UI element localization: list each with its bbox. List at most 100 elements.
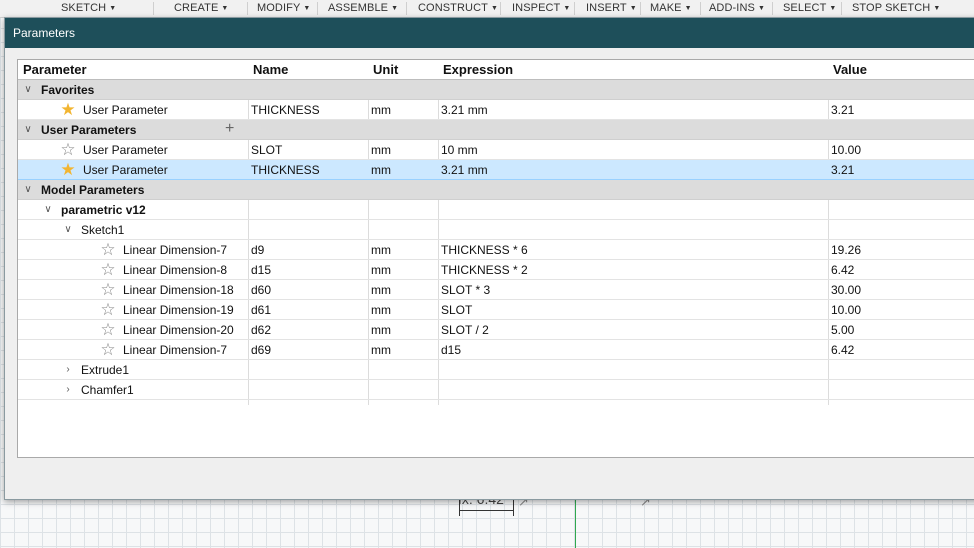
toolbar-inspect-menu[interactable]: INSPECT ▼	[512, 0, 570, 17]
name-cell: d60	[251, 283, 272, 297]
parameter-cell: Linear Dimension-19	[123, 303, 234, 317]
toolbar-create-menu[interactable]: CREATE ▼	[174, 0, 228, 17]
toolbar-sketch-menu[interactable]: SKETCH ▼	[61, 0, 116, 17]
star-outline-icon[interactable]: ☆	[59, 141, 77, 159]
toolbar-divider	[574, 2, 575, 15]
value-cell: 6.42	[831, 343, 855, 357]
star-outline-icon[interactable]: ☆	[99, 261, 117, 279]
table-row[interactable]: ☆ Linear Dimension-19 d61 mm SLOT 10.00	[18, 300, 974, 320]
expression-cell[interactable]: THICKNESS * 6	[438, 240, 828, 260]
unit-cell: mm	[371, 323, 391, 337]
unit-cell: mm	[371, 103, 391, 117]
chevron-right-icon[interactable]: ›	[62, 360, 74, 380]
header-name[interactable]: Name	[250, 60, 368, 80]
header-unit[interactable]: Unit	[370, 60, 438, 80]
tree-node-sketch[interactable]: ∨ Sketch1	[18, 220, 974, 240]
dialog-title[interactable]: Parameters	[5, 18, 974, 48]
group-user-parameters[interactable]: ∨ User Parameters +	[18, 120, 974, 140]
header-parameter[interactable]: Parameter	[20, 60, 248, 80]
add-user-parameter-button[interactable]: +	[225, 120, 234, 140]
caret-down-icon: ▼	[933, 5, 941, 12]
value-cell: 3.21	[831, 103, 855, 117]
toolbar-make-menu[interactable]: MAKE ▼	[650, 0, 692, 17]
header-value[interactable]: Value	[830, 60, 974, 80]
toolbar-divider	[317, 2, 318, 15]
expression-cell[interactable]: 10 mm	[438, 140, 828, 160]
value-cell: 30.00	[831, 283, 862, 297]
caret-down-icon: ▼	[391, 5, 399, 12]
star-filled-icon[interactable]: ★	[59, 101, 77, 119]
expression-cell[interactable]: d15	[438, 340, 828, 360]
expression-cell[interactable]: SLOT	[438, 300, 828, 320]
caret-down-icon: ▼	[563, 5, 571, 12]
toolbar-divider	[153, 2, 154, 15]
chevron-down-icon[interactable]: ∨	[42, 200, 54, 220]
toolbar-divider	[406, 2, 407, 15]
toolbar-modify-menu[interactable]: MODIFY ▼	[257, 0, 310, 17]
chevron-down-icon[interactable]: ∨	[22, 80, 34, 100]
expression-cell[interactable]: SLOT * 3	[438, 280, 828, 300]
star-outline-icon[interactable]: ☆	[99, 321, 117, 339]
star-outline-icon[interactable]: ☆	[99, 241, 117, 259]
expression-cell[interactable]: 3.21 mm	[438, 160, 828, 180]
value-cell: 10.00	[831, 303, 862, 317]
group-label: Favorites	[41, 83, 95, 97]
star-outline-icon[interactable]: ☆	[99, 341, 117, 359]
parameter-cell: Linear Dimension-18	[123, 283, 234, 297]
tree-node-extrude[interactable]: › Extrude1	[18, 360, 974, 380]
expression-cell[interactable]: THICKNESS * 2	[438, 260, 828, 280]
value-cell: 19.26	[831, 243, 862, 257]
table-row[interactable]: ☆ User Parameter SLOT mm 10 mm 10.00	[18, 140, 974, 160]
header-expression[interactable]: Expression	[440, 60, 828, 80]
toolbar-construct-menu[interactable]: CONSTRUCT ▼	[418, 0, 498, 17]
caret-down-icon: ▼	[629, 5, 637, 12]
name-cell: d62	[251, 323, 272, 337]
table-row[interactable]: ☆ Linear Dimension-7 d9 mm THICKNESS * 6…	[18, 240, 974, 260]
toolbar-assemble-menu[interactable]: ASSEMBLE ▼	[328, 0, 398, 17]
toolbar-divider	[640, 2, 641, 15]
chevron-down-icon[interactable]: ∨	[22, 120, 34, 140]
table-row[interactable]: ☆ Linear Dimension-18 d60 mm SLOT * 3 30…	[18, 280, 974, 300]
expression-cell[interactable]: 3.21 mm	[438, 100, 828, 120]
toolbar-addins-menu[interactable]: ADD-INS ▼	[709, 0, 765, 17]
star-filled-icon[interactable]: ★	[59, 161, 77, 179]
name-cell: d69	[251, 343, 272, 357]
table-row[interactable]: ☆ Linear Dimension-20 d62 mm SLOT / 2 5.…	[18, 320, 974, 340]
parameter-cell: User Parameter	[83, 103, 168, 117]
name-cell: THICKNESS	[251, 163, 320, 177]
unit-cell: mm	[371, 243, 391, 257]
star-outline-icon[interactable]: ☆	[99, 281, 117, 299]
unit-cell: mm	[371, 263, 391, 277]
toolbar-select-menu[interactable]: SELECT ▼	[783, 0, 836, 17]
parameter-cell: Linear Dimension-7	[123, 243, 228, 257]
name-cell: THICKNESS	[251, 103, 320, 117]
group-model-parameters[interactable]: ∨ Model Parameters	[18, 180, 974, 200]
toolbar-divider	[841, 2, 842, 15]
star-outline-icon[interactable]: ☆	[99, 301, 117, 319]
table-row[interactable]: ★ User Parameter THICKNESS mm 3.21 mm 3.…	[18, 100, 974, 120]
caret-down-icon: ▼	[303, 5, 311, 12]
table-row-selected[interactable]: ★ User Parameter THICKNESS mm 3.21 mm 3.…	[18, 160, 974, 180]
unit-cell: mm	[371, 283, 391, 297]
chevron-right-icon[interactable]: ›	[62, 380, 74, 400]
expression-cell[interactable]: SLOT / 2	[438, 320, 828, 340]
parameter-cell: Linear Dimension-8	[123, 263, 228, 277]
unit-cell: mm	[371, 303, 391, 317]
chevron-down-icon[interactable]: ∨	[62, 220, 74, 240]
toolbar-divider	[247, 2, 248, 15]
caret-down-icon: ▼	[829, 5, 837, 12]
toolbar-divider	[500, 2, 501, 15]
feature-label: Chamfer1	[81, 383, 134, 397]
table-row[interactable]: ☆ Linear Dimension-7 d69 mm d15 6.42	[18, 340, 974, 360]
tree-node-component[interactable]: ∨ parametric v12	[18, 200, 974, 220]
toolbar-insert-menu[interactable]: INSERT ▼	[586, 0, 637, 17]
table-row[interactable]: ☆ Linear Dimension-8 d15 mm THICKNESS * …	[18, 260, 974, 280]
name-cell: d9	[251, 243, 265, 257]
tree-node-chamfer[interactable]: › Chamfer1	[18, 380, 974, 400]
caret-down-icon: ▼	[490, 5, 498, 12]
dimension-extension-line	[513, 500, 514, 516]
chevron-down-icon[interactable]: ∨	[22, 180, 34, 200]
group-favorites[interactable]: ∨ Favorites	[18, 80, 974, 100]
toolbar-stop-sketch-button[interactable]: STOP SKETCH ▼	[852, 0, 940, 17]
group-label: Model Parameters	[41, 183, 145, 197]
